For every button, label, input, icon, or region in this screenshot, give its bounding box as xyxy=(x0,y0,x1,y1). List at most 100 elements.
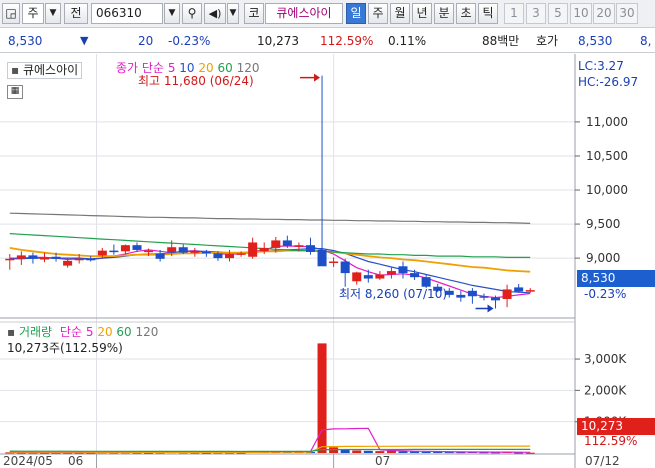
candle-body xyxy=(248,242,258,257)
candle-body xyxy=(120,245,130,252)
price-ma-line-0 xyxy=(9,245,531,299)
indicator-label: 종가 단순 xyxy=(116,61,164,75)
period-tab-3[interactable]: 년 xyxy=(412,3,432,24)
volume-legend-name: 거래량 xyxy=(18,325,53,339)
volume-legend[interactable]: ▪ 거래량 단순 5 20 60 120 xyxy=(7,325,158,340)
interval-button-30[interactable]: 30 xyxy=(616,3,638,24)
ma-120: 120 xyxy=(236,61,260,75)
market-dropdown-icon[interactable]: ▼ xyxy=(45,3,61,24)
candle-body xyxy=(74,258,84,261)
candlesticks xyxy=(5,75,535,309)
candle-body xyxy=(456,294,466,298)
candle-body xyxy=(421,277,431,287)
grid-table-icon[interactable]: ▦ xyxy=(7,85,23,99)
price-ma-line-3 xyxy=(9,233,531,258)
period-tab-1[interactable]: 주 xyxy=(368,3,388,24)
code-value: 066310 xyxy=(96,6,142,20)
candle-body xyxy=(294,245,304,247)
period-tab-2[interactable]: 월 xyxy=(390,3,410,24)
candle-body xyxy=(340,261,350,274)
candle-body xyxy=(375,274,385,279)
volume-bar xyxy=(398,451,408,453)
lc-label: LC:3.27 xyxy=(578,59,624,73)
price-change: 20 xyxy=(138,34,154,48)
current-volume-label: 10,273주(112.59%) xyxy=(7,341,123,355)
ask-label: 호가 xyxy=(536,34,559,48)
candle-body xyxy=(386,271,396,275)
current-volume-box: 10,273 xyxy=(577,418,655,435)
vol-ma-5: 5 xyxy=(85,325,94,339)
legend-square-icon: ▪ xyxy=(11,63,20,77)
price-legend-box[interactable]: ▪ 큐에스아이 xyxy=(7,62,83,79)
candle-body xyxy=(225,254,235,259)
vol-ma-120: 120 xyxy=(135,325,159,339)
price-tick-label: 9,500 xyxy=(586,217,620,231)
candle-body xyxy=(63,260,73,266)
candle-body xyxy=(51,256,61,259)
candle-body xyxy=(410,273,420,278)
stock-name: 큐에스아이 xyxy=(265,3,343,24)
candle-body xyxy=(236,253,246,255)
period-tab-6[interactable]: 틱 xyxy=(478,3,498,24)
candle-body xyxy=(398,266,408,274)
down-arrow-icon: ▼ xyxy=(80,34,89,47)
speaker-dropdown-icon[interactable]: ▼ xyxy=(227,3,239,24)
x-label-end: 07/12 xyxy=(585,454,620,468)
chart-type-label: 코 xyxy=(248,6,260,20)
chart-area[interactable]: 11,000 10,500 10,000 9,500 9,000 3,000K 2,000K… xyxy=(0,54,655,468)
period-tab-5[interactable]: 초 xyxy=(456,3,476,24)
volume-indicator: 단순 xyxy=(59,325,83,339)
high-arrow-head xyxy=(314,73,321,82)
chart-canvas[interactable]: 11,000 10,500 10,000 9,500 9,000 3,000K 2,000K… xyxy=(0,54,655,468)
price-change-rate: -0.23% xyxy=(168,34,211,48)
interval-button-5[interactable]: 5 xyxy=(548,3,568,24)
candle-body xyxy=(28,255,38,259)
candle-body xyxy=(213,253,223,259)
interval-button-10[interactable]: 10 xyxy=(570,3,592,24)
low-label: 최저 8,260 (07/10) xyxy=(339,287,448,301)
price-tick-label: 11,000 xyxy=(586,115,628,129)
volume-bar xyxy=(363,450,373,453)
window-menu-icon[interactable]: ◲ xyxy=(2,3,20,24)
search-icon[interactable]: ⚲ xyxy=(182,3,202,24)
hc-label: HC:-26.97 xyxy=(578,75,639,89)
candle-body xyxy=(178,247,188,253)
price-tick-label: 10,000 xyxy=(586,183,628,197)
ma-60: 60 xyxy=(217,61,233,75)
current-volume-ratio: 112.59% xyxy=(584,434,638,448)
candle-body xyxy=(190,251,200,253)
interval-button-3[interactable]: 3 xyxy=(526,3,546,24)
candle-body xyxy=(467,290,477,297)
interval-button-20[interactable]: 20 xyxy=(593,3,615,24)
candle-body xyxy=(502,289,512,299)
candle-body xyxy=(282,240,292,246)
code-input[interactable]: 066310 xyxy=(91,3,163,24)
period-tab-4[interactable]: 분 xyxy=(434,3,454,24)
market-select[interactable]: 주 xyxy=(22,3,44,24)
volume-bar xyxy=(352,450,362,453)
interval-button-1[interactable]: 1 xyxy=(504,3,524,24)
trade-amount: 88백만 xyxy=(482,34,520,48)
candle-body xyxy=(525,290,535,292)
volume-tick-label: 3,000K xyxy=(584,352,627,366)
speaker-icon[interactable]: ◀) xyxy=(204,3,226,24)
volume-bars xyxy=(5,343,535,454)
period-tab-0[interactable]: 일 xyxy=(346,3,366,24)
stock-name-label: 큐에스아이 xyxy=(276,6,332,20)
price-tick-label: 9,000 xyxy=(586,251,620,265)
ma-5: 5 xyxy=(167,61,176,75)
volume-legend-square-icon: ▪ xyxy=(7,325,16,339)
current-price-box: 8,530 xyxy=(577,270,655,287)
candle-body xyxy=(363,275,373,279)
candle-body xyxy=(201,251,211,254)
x-label-start: 2024/05 xyxy=(3,454,53,468)
code-dropdown-icon[interactable]: ▼ xyxy=(164,3,180,24)
candle-body xyxy=(305,245,315,252)
chart-type-button[interactable]: 코 xyxy=(244,3,264,24)
ask-price-2: 8, xyxy=(640,34,652,48)
turnover-rate: 0.11% xyxy=(388,34,427,48)
market-label: 주 xyxy=(27,6,39,20)
ask-price: 8,530 xyxy=(578,34,613,48)
search-type-button[interactable]: 전 xyxy=(64,3,88,24)
candle-body xyxy=(259,247,269,252)
